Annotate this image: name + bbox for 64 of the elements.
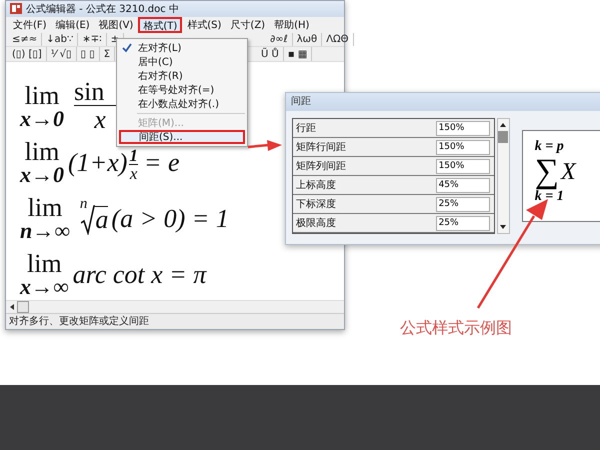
symbol-palette-button[interactable]: ⅟ √▯ (46, 47, 77, 61)
spacing-label: 下标深度 (295, 198, 337, 211)
spacing-value-field[interactable]: 150% (436, 140, 490, 154)
symbol-palette-button[interactable]: ▪ ▦ (284, 47, 312, 61)
scroll-left-icon[interactable] (8, 302, 16, 312)
symbol-palette-button[interactable]: Ũ Ů (257, 47, 284, 61)
horizontal-scrollbar[interactable] (6, 300, 344, 313)
symbol-palette-button[interactable]: λωθ (292, 32, 322, 46)
symbol-palette-button[interactable]: ∂∞ℓ (266, 32, 293, 46)
exponent-denominator: x (130, 164, 138, 182)
sum-lower-limit: k = 1 (534, 189, 565, 205)
sum-operator: ∑ (534, 155, 560, 189)
spacing-value-field[interactable]: 150% (436, 120, 490, 136)
menu-item[interactable]: 格式(T) (138, 16, 182, 33)
spacing-value-field[interactable]: 25% (436, 196, 490, 212)
dialog-title: 间距 (286, 93, 600, 111)
limit-operator: lim (28, 196, 62, 221)
formula-text: = e (144, 148, 180, 178)
symbol-palette-button[interactable]: (▯) [▯] (8, 47, 47, 61)
spacing-label: 上标高度 (295, 178, 337, 192)
spacing-value-field[interactable]: 150% (436, 158, 490, 174)
menu-item[interactable]: 居中(C) (119, 55, 245, 69)
annotation-caption: 公式样式示例图 (400, 318, 512, 339)
symbol-palette-button[interactable]: ΛΩΘ (322, 32, 354, 46)
menu-item[interactable]: 样式(S) (183, 16, 226, 33)
sum-upper-limit: k = p (534, 139, 565, 155)
limit-subscript: x→0 (20, 164, 64, 186)
spacing-label: 矩阵列间距 (295, 160, 347, 173)
spacing-label: 极限高度 (295, 216, 337, 230)
menu-item[interactable]: 帮助(H) (270, 16, 314, 33)
sum-term: X (561, 160, 576, 184)
scroll-thumb[interactable] (17, 300, 29, 313)
symbol-palette-button[interactable]: ∗∓∶ (78, 32, 107, 46)
limit-subscript: x→0 (20, 108, 64, 130)
menu-item[interactable]: 视图(V) (94, 16, 138, 33)
radicand: a (95, 206, 108, 234)
vertical-scrollbar[interactable] (496, 118, 510, 234)
root-index: n (80, 196, 88, 213)
symbol-palette-button[interactable]: ↓ab∵ (42, 32, 78, 46)
menu-item[interactable]: 文件(F) (9, 16, 51, 33)
menu-item[interactable]: 间距(S)... (119, 130, 245, 144)
scroll-thumb[interactable] (498, 131, 508, 143)
annotation-arrow (247, 139, 283, 153)
spacing-value-field[interactable]: 25% (436, 216, 490, 230)
formula-text: (a > 0) = 1 (111, 204, 229, 234)
symbol-palette-button[interactable]: Σ (100, 47, 116, 61)
limit-operator: lim (24, 84, 60, 109)
formula-text: arc cot x = π (72, 260, 206, 290)
symbol-palette-button[interactable]: ▯ ▯ (76, 47, 100, 61)
menu-item[interactable]: 编辑(E) (52, 16, 94, 33)
window-title: 公式编辑器 - 公式在 3210.doc 中 (26, 2, 179, 16)
spacing-value-field[interactable]: 45% (436, 178, 490, 192)
symbol-palette-button[interactable]: ≤≠≈ (8, 32, 42, 46)
status-bar-text: 对齐多行、更改矩阵或定义间距 (6, 312, 344, 329)
app-icon (10, 3, 22, 14)
spacing-label: 矩阵行间距 (295, 140, 347, 154)
spacing-label: 行距 (295, 122, 317, 135)
formula-base: (1+x) (68, 148, 128, 178)
denominator: x (94, 106, 106, 135)
limit-subscript: x→∞ (20, 276, 69, 298)
menu-item[interactable]: 尺寸(Z) (226, 16, 270, 33)
limit-operator: lim (27, 252, 62, 277)
limit-subscript: n→∞ (20, 220, 70, 242)
limit-operator: lim (24, 140, 60, 165)
